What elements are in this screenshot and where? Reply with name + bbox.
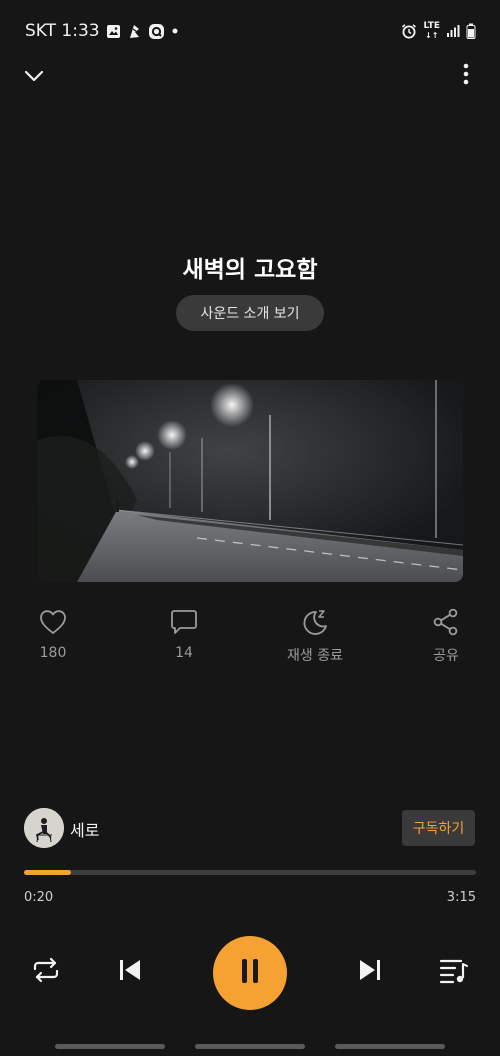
more-options-button[interactable] xyxy=(448,58,484,94)
status-bar: SKT 1:33 LTE ↓↑ xyxy=(0,0,500,60)
dot-icon xyxy=(171,27,179,35)
gallery-icon xyxy=(106,24,121,39)
satellite-icon xyxy=(127,23,142,40)
progress-fill xyxy=(24,870,71,875)
share-button[interactable]: 공유 xyxy=(406,605,486,665)
comment-count: 14 xyxy=(175,645,193,661)
app-notification-icon xyxy=(148,23,165,40)
signal-icon xyxy=(446,24,460,38)
sound-intro-button[interactable]: 사운드 소개 보기 xyxy=(176,295,324,331)
data-arrows-icon: ↓↑ xyxy=(425,30,439,40)
comment-button[interactable]: 14 xyxy=(144,605,224,661)
sleep-timer-button[interactable]: 재생 종료 xyxy=(275,605,355,665)
previous-button[interactable] xyxy=(110,952,150,992)
nav-bar-hint-right xyxy=(335,1044,445,1049)
artist-avatar[interactable] xyxy=(24,808,64,848)
elapsed-time: 0:20 xyxy=(24,890,54,905)
subscribe-button[interactable]: 구독하기 xyxy=(402,810,475,846)
network-type: LTE ↓↑ xyxy=(423,20,440,41)
battery-icon xyxy=(466,23,476,39)
play-pause-button[interactable] xyxy=(213,936,287,1010)
progress-bar[interactable] xyxy=(24,870,476,875)
track-title: 새벽의 고요함 xyxy=(182,257,318,283)
skip-next-icon xyxy=(357,957,383,987)
comment-icon xyxy=(170,605,198,639)
like-button[interactable]: 180 xyxy=(13,605,93,661)
share-label: 공유 xyxy=(433,648,459,664)
nav-bar-hint-left xyxy=(55,1044,165,1049)
heart-icon xyxy=(39,605,67,639)
carrier-time: SKT 1:33 xyxy=(25,21,100,41)
status-right: LTE ↓↑ xyxy=(401,20,476,42)
playlist-icon xyxy=(439,956,469,988)
collapse-button[interactable] xyxy=(16,58,52,94)
share-icon xyxy=(432,605,460,639)
skip-previous-icon xyxy=(117,957,143,987)
network-label: LTE xyxy=(423,20,440,31)
nav-bar-hint-center xyxy=(195,1044,305,1049)
alarm-icon xyxy=(401,23,417,39)
album-cover xyxy=(37,380,463,582)
repeat-icon xyxy=(31,956,61,988)
chevron-down-icon xyxy=(24,67,44,86)
playlist-button[interactable] xyxy=(434,952,474,992)
sleep-timer-label: 재생 종료 xyxy=(287,648,343,664)
status-left: SKT 1:33 xyxy=(25,20,179,42)
artist-name[interactable]: 세로 xyxy=(70,817,99,841)
pause-icon xyxy=(238,957,262,989)
more-vertical-icon xyxy=(463,63,469,89)
total-time: 3:15 xyxy=(446,890,476,905)
moon-sleep-icon xyxy=(300,605,330,639)
repeat-button[interactable] xyxy=(26,952,66,992)
like-count: 180 xyxy=(39,645,67,661)
next-button[interactable] xyxy=(350,952,390,992)
